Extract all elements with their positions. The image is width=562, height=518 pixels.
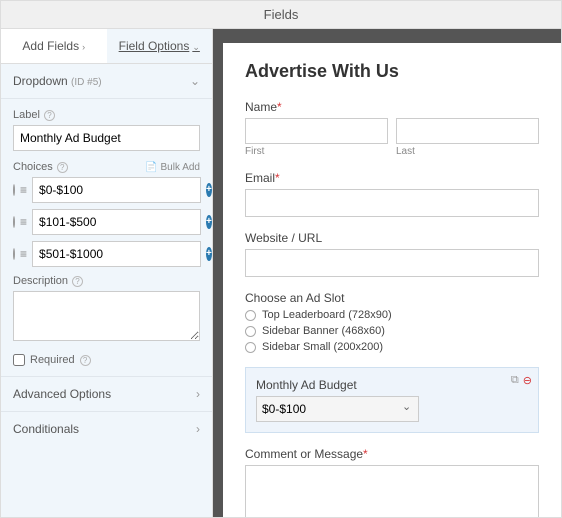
required-asterisk: * xyxy=(277,100,282,114)
field-website: Website / URL xyxy=(245,231,539,277)
choice-input[interactable] xyxy=(32,241,201,267)
field-header[interactable]: Dropdown (ID #5) xyxy=(1,64,212,99)
drag-icon[interactable]: ≡ xyxy=(20,183,27,197)
tab-add-fields[interactable]: Add Fields› xyxy=(1,29,107,63)
field-tools: ⧉ ⊖ xyxy=(511,374,532,387)
page-title: Fields xyxy=(264,7,299,22)
top-bar: Fields xyxy=(1,1,561,29)
last-sublabel: Last xyxy=(396,146,539,157)
field-adslot: Choose an Ad Slot Top Leaderboard (728x9… xyxy=(245,291,539,353)
default-radio[interactable] xyxy=(13,248,15,260)
radio-icon xyxy=(245,342,256,353)
website-input[interactable] xyxy=(245,249,539,277)
tabs: Add Fields› Field Options⌄ xyxy=(1,29,212,64)
radio-option[interactable]: Sidebar Banner (468x60) xyxy=(245,325,539,337)
field-body: Label ? Choices ? 📄 Bulk Add ≡ + － xyxy=(1,99,212,376)
form-title: Advertise With Us xyxy=(245,61,539,82)
add-choice-button[interactable]: + xyxy=(206,247,212,261)
label-heading: Label ? xyxy=(13,109,200,121)
required-row: Required ? xyxy=(13,354,200,366)
chevron-right-icon: › xyxy=(82,42,85,52)
field-email: Email* xyxy=(245,171,539,217)
drag-icon[interactable]: ≡ xyxy=(20,215,27,229)
add-choice-button[interactable]: + xyxy=(206,215,212,229)
radio-option[interactable]: Sidebar Small (200x200) xyxy=(245,341,539,353)
required-checkbox[interactable] xyxy=(13,354,25,366)
chevron-down-icon: ⌄ xyxy=(192,42,200,52)
label-input[interactable] xyxy=(13,125,200,151)
delete-icon[interactable]: ⊖ xyxy=(523,374,532,387)
choices-heading: Choices ? xyxy=(13,161,68,173)
choice-input[interactable] xyxy=(32,177,201,203)
advanced-options-toggle[interactable]: Advanced Options xyxy=(1,376,212,411)
conditionals-toggle[interactable]: Conditionals xyxy=(1,411,212,446)
add-choice-button[interactable]: + xyxy=(206,183,212,197)
chevron-right-icon xyxy=(196,387,200,401)
required-asterisk: * xyxy=(363,447,368,461)
main: Add Fields› Field Options⌄ Dropdown (ID … xyxy=(1,29,561,517)
drag-icon[interactable]: ≡ xyxy=(20,247,27,261)
left-panel: Add Fields› Field Options⌄ Dropdown (ID … xyxy=(1,29,213,517)
field-comment: Comment or Message* xyxy=(245,447,539,517)
tab-field-options[interactable]: Field Options⌄ xyxy=(107,29,213,63)
field-name: Name* First Last xyxy=(245,100,539,157)
budget-select-wrap: $0-$100 xyxy=(256,396,419,422)
form-preview: Advertise With Us Name* First Last Email… xyxy=(223,43,561,517)
comment-input[interactable] xyxy=(245,465,539,517)
first-name-input[interactable] xyxy=(245,118,388,144)
required-asterisk: * xyxy=(275,171,280,185)
description-input[interactable] xyxy=(13,291,200,341)
help-icon[interactable]: ? xyxy=(80,355,91,366)
description-heading: Description ? xyxy=(13,275,200,287)
email-input[interactable] xyxy=(245,189,539,217)
choice-row: ≡ + － xyxy=(13,177,200,203)
chevron-down-icon xyxy=(190,74,200,88)
field-budget-selected[interactable]: ⧉ ⊖ Monthly Ad Budget $0-$100 xyxy=(245,367,539,433)
right-panel: Advertise With Us Name* First Last Email… xyxy=(213,29,561,517)
radio-option[interactable]: Top Leaderboard (728x90) xyxy=(245,309,539,321)
default-radio[interactable] xyxy=(13,216,15,228)
default-radio[interactable] xyxy=(13,184,15,196)
last-name-input[interactable] xyxy=(396,118,539,144)
duplicate-icon[interactable]: ⧉ xyxy=(511,374,519,387)
choice-row: ≡ + － xyxy=(13,241,200,267)
chevron-right-icon xyxy=(196,422,200,436)
help-icon[interactable]: ? xyxy=(57,162,68,173)
bulk-add-link[interactable]: 📄 Bulk Add xyxy=(145,162,200,173)
radio-icon xyxy=(245,310,256,321)
choice-row: ≡ + － xyxy=(13,209,200,235)
budget-select[interactable]: $0-$100 xyxy=(256,396,419,422)
help-icon[interactable]: ? xyxy=(44,110,55,121)
radio-icon xyxy=(245,326,256,337)
choice-input[interactable] xyxy=(32,209,201,235)
help-icon[interactable]: ? xyxy=(72,276,83,287)
first-sublabel: First xyxy=(245,146,388,157)
